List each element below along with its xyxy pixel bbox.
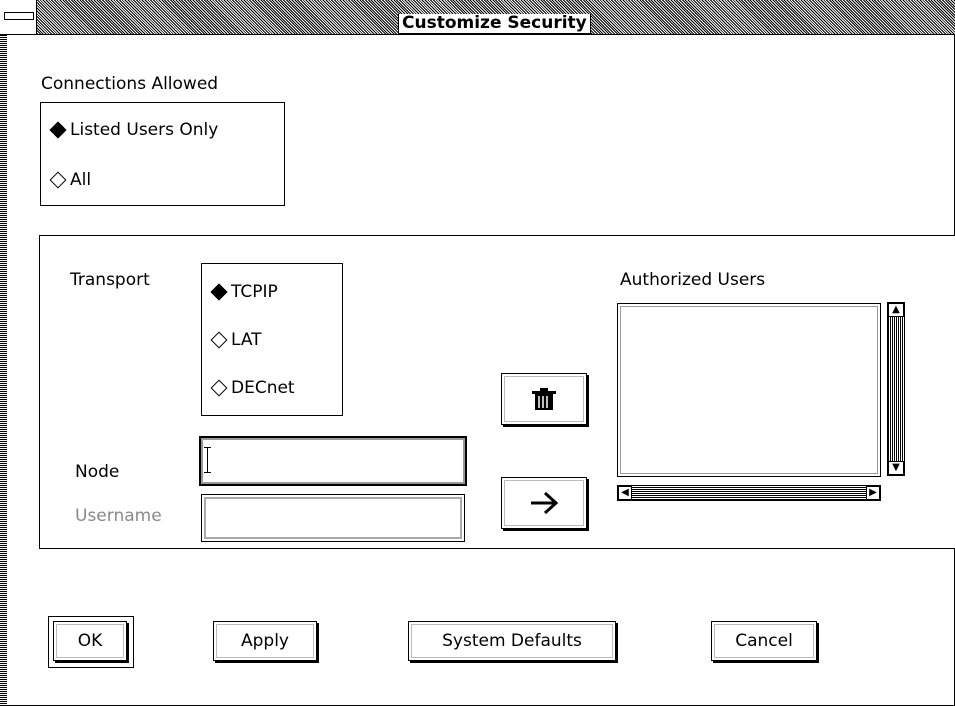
radio-label: TCPIP: [231, 282, 278, 302]
radio-selected-icon: [210, 283, 228, 301]
authorized-users-vscrollbar[interactable]: ▲ ▼: [887, 302, 905, 476]
username-label: Username: [75, 506, 162, 526]
radio-tcpip[interactable]: TCPIP: [209, 282, 278, 302]
radio-lat[interactable]: LAT: [209, 330, 262, 350]
scroll-up-arrow-icon[interactable]: ▲: [888, 303, 904, 317]
radio-listed-users-only[interactable]: Listed Users Only: [48, 120, 218, 140]
connections-heading: Connections Allowed: [41, 74, 219, 94]
ok-button[interactable]: OK: [53, 621, 127, 661]
right-arrow-icon: [531, 491, 559, 515]
scroll-right-arrow-icon[interactable]: ▶: [866, 486, 880, 500]
trash-icon: [532, 388, 556, 410]
radio-selected-icon: [49, 121, 67, 139]
radio-label: Listed Users Only: [70, 120, 219, 140]
title-bar[interactable]: Customize Security: [0, 0, 955, 35]
text-cursor-icon: [204, 447, 211, 473]
authorized-users-list[interactable]: [617, 303, 881, 477]
system-menu-icon: [4, 12, 34, 20]
connections-group: [40, 102, 285, 206]
authorized-users-hscrollbar[interactable]: ◀ ▶: [617, 485, 881, 501]
radio-all[interactable]: All: [48, 170, 91, 190]
scroll-down-arrow-icon[interactable]: ▼: [888, 461, 904, 475]
node-field[interactable]: [199, 436, 467, 486]
radio-label: LAT: [231, 330, 262, 350]
cancel-button[interactable]: Cancel: [711, 621, 817, 661]
system-defaults-button[interactable]: System Defaults: [408, 621, 616, 661]
node-label: Node: [75, 462, 120, 482]
window-left-border: [0, 0, 7, 706]
radio-decnet[interactable]: DECnet: [209, 378, 295, 398]
delete-user-button[interactable]: [501, 373, 587, 425]
radio-unselected-icon: [210, 331, 228, 349]
radio-label: All: [70, 170, 92, 190]
scroll-left-arrow-icon[interactable]: ◀: [618, 486, 632, 500]
radio-unselected-icon: [210, 379, 228, 397]
transport-heading: Transport: [70, 270, 150, 290]
radio-label: DECnet: [231, 378, 295, 398]
radio-unselected-icon: [49, 171, 67, 189]
system-menu-button[interactable]: [0, 0, 37, 34]
authorized-users-heading: Authorized Users: [620, 270, 766, 290]
add-user-button[interactable]: [501, 477, 587, 529]
apply-button[interactable]: Apply: [213, 621, 317, 661]
username-field[interactable]: [201, 494, 465, 542]
window-title: Customize Security: [398, 14, 591, 34]
